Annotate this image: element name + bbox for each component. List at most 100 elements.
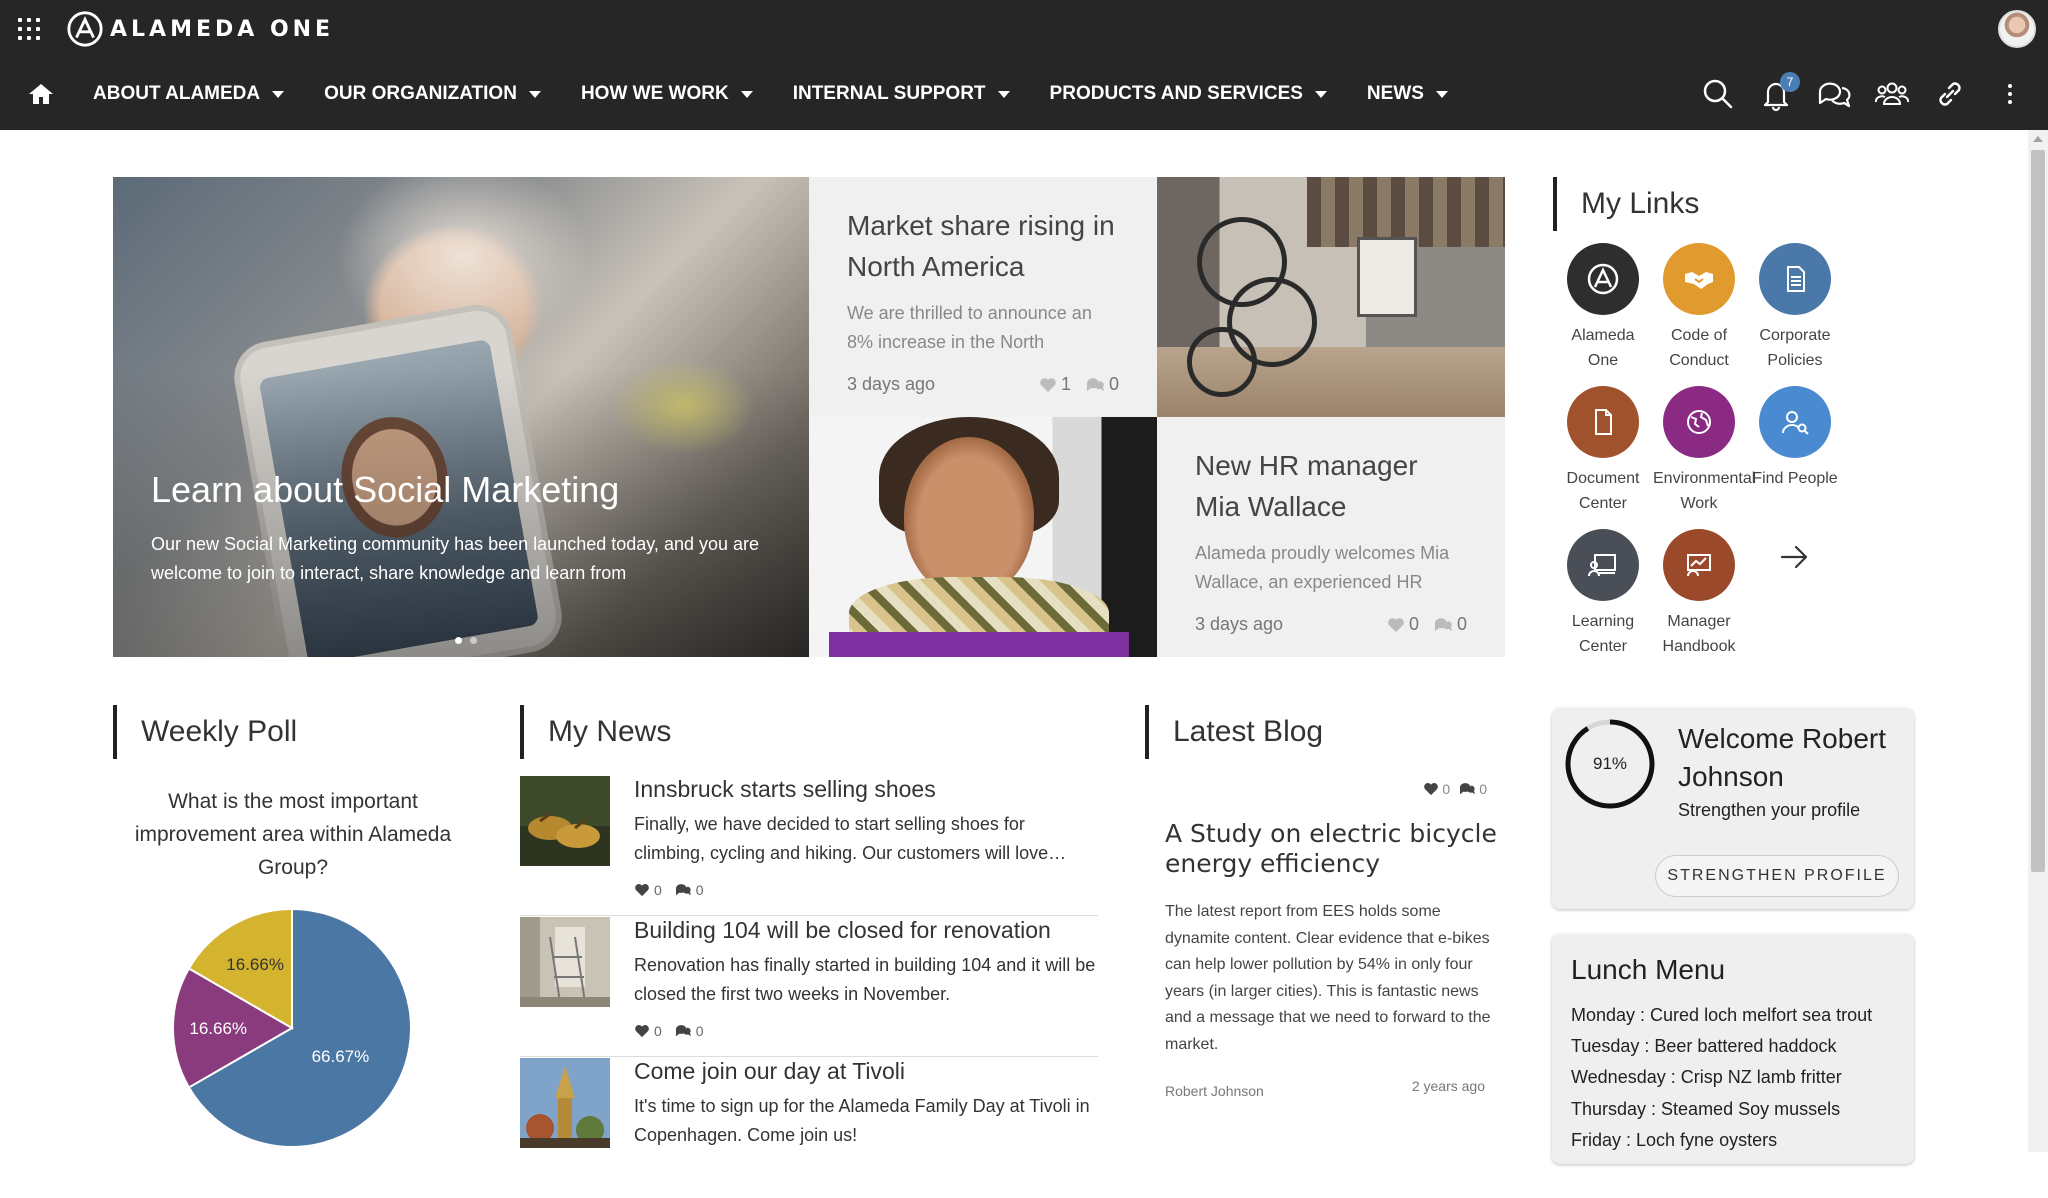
comment-count: 0 (1456, 614, 1467, 634)
news-title[interactable]: Come join our day at Tivoli (634, 1058, 905, 1085)
my-news-section: My News Innsbruck starts selling shoes F… (520, 705, 1100, 1148)
news-text: It's time to sign up for the Alameda Fam… (634, 1096, 1090, 1145)
home-icon[interactable] (28, 82, 54, 106)
link-document-center[interactable]: Document Center (1557, 386, 1649, 516)
link-manager-handbook[interactable]: Manager Handbook (1653, 529, 1745, 659)
link-environmental-work[interactable]: Environmental Work (1653, 386, 1755, 516)
chat-icon[interactable] (1816, 76, 1852, 112)
heart-icon[interactable] (634, 1024, 650, 1038)
comment-count: 0 (1479, 781, 1487, 797)
nav-products-and-services[interactable]: PRODUCTS AND SERVICES (1050, 83, 1327, 105)
link-alameda-one[interactable]: Alameda One (1557, 243, 1649, 373)
nav-news[interactable]: NEWS (1367, 83, 1448, 105)
link-find-people[interactable]: Find People (1749, 386, 1841, 491)
nav-internal-support[interactable]: INTERNAL SUPPORT (793, 83, 1010, 105)
news-title[interactable]: Innsbruck starts selling shoes (634, 776, 936, 803)
main-navigation: ABOUT ALAMEDA OUR ORGANIZATION HOW WE WO… (0, 58, 2048, 130)
people-icon[interactable] (1874, 76, 1910, 112)
hero-news-grid: Learn about Social Marketing Our new Soc… (113, 177, 1505, 657)
link-learning-center[interactable]: Learning Center (1557, 529, 1649, 659)
nav-our-organization[interactable]: OUR ORGANIZATION (324, 83, 541, 105)
link-label: Alameda One (1571, 327, 1635, 369)
hero-tile-new-hr-manager[interactable]: New HR manager Mia Wallace Alameda proud… (1157, 417, 1505, 657)
link-label: Manager Handbook (1662, 613, 1736, 655)
comment-icon[interactable] (674, 1024, 692, 1038)
lunch-item: Friday : Loch fyne oysters (1571, 1129, 1778, 1150)
news-text: Finally, we have decided to start sellin… (634, 814, 1067, 863)
comment-icon[interactable] (1433, 617, 1453, 633)
comment-icon[interactable] (1458, 782, 1476, 796)
link-corporate-policies[interactable]: Corporate Policies (1749, 243, 1841, 373)
carousel-dot[interactable] (470, 637, 477, 644)
renovation-thumbnail[interactable] (520, 917, 610, 1007)
tivoli-thumbnail[interactable] (520, 1058, 610, 1148)
chevron-down-icon (272, 90, 285, 98)
tile-title[interactable]: New HR manager Mia Wallace (1195, 445, 1467, 527)
link-label: Document Center (1566, 470, 1640, 512)
hr-manager-photo[interactable] (809, 417, 1157, 657)
link-code-of-conduct[interactable]: Code of Conduct (1653, 243, 1745, 373)
chevron-down-icon (1435, 90, 1448, 98)
heart-icon[interactable] (1039, 377, 1057, 393)
nav-about-alameda[interactable]: ABOUT ALAMEDA (93, 83, 285, 105)
globe-icon (1687, 410, 1711, 434)
more-options-icon[interactable] (2000, 84, 2020, 104)
tile-text: We are thrilled to announce an 8% increa… (847, 303, 1092, 352)
shoes-thumbnail[interactable] (520, 776, 610, 866)
search-icon[interactable] (1700, 76, 1736, 112)
brand-logo[interactable]: ALAMEDA ONE (66, 9, 334, 49)
heart-icon[interactable] (634, 883, 650, 897)
scroll-thumb[interactable] (2031, 150, 2045, 872)
carousel-dot[interactable] (455, 637, 462, 644)
comment-icon[interactable] (1085, 377, 1105, 393)
chevron-down-icon (997, 90, 1010, 98)
welcome-subtitle: Strengthen your profile (1678, 800, 1861, 820)
brand-name: ALAMEDA ONE (110, 16, 335, 42)
like-count: 0 (654, 1023, 662, 1039)
arrow-right-icon[interactable] (1776, 539, 1812, 575)
file-icon (1595, 409, 1612, 435)
news-item[interactable]: Come join our day at Tivoli It's time to… (520, 1058, 1098, 1198)
link-icon[interactable] (1932, 76, 1968, 112)
lunch-menu-title: Lunch Menu (1571, 954, 1726, 985)
scroll-up-arrow-icon[interactable] (2033, 136, 2043, 142)
news-item[interactable]: Innsbruck starts selling shoes Finally, … (520, 776, 1098, 916)
news-item[interactable]: Building 104 will be closed for renovati… (520, 917, 1098, 1057)
hero-tile-market-share[interactable]: Market share rising in North America We … (809, 177, 1157, 417)
weekly-poll-title: Weekly Poll (113, 705, 473, 759)
link-label: Corporate Policies (1759, 327, 1831, 369)
notification-badge: 7 (1780, 72, 1800, 92)
heart-icon[interactable] (1387, 617, 1405, 633)
blog-post-title[interactable]: A Study on electric bicycle energy effic… (1165, 819, 1505, 879)
news-title[interactable]: Building 104 will be closed for renovati… (634, 917, 1051, 944)
hero-main-text: Our new Social Marketing community has b… (151, 534, 760, 583)
blog-post-text: The latest report from EES holds some dy… (1165, 903, 1491, 1053)
lunch-item: Monday : Cured loch melfort sea trout (1571, 1005, 1873, 1025)
app-launcher-icon[interactable] (18, 18, 40, 40)
like-count: 1 (1060, 374, 1071, 394)
top-bar: ALAMEDA ONE (0, 0, 2048, 58)
hero-main-title[interactable]: Learn about Social Marketing (151, 469, 619, 511)
carousel-dots[interactable] (455, 637, 477, 644)
comment-icon[interactable] (674, 883, 692, 897)
latest-blog-section: Latest Blog 0 0 A Study on electric bicy… (1145, 705, 1505, 1099)
user-avatar[interactable] (1998, 10, 2036, 48)
poll-pie-chart[interactable]: 66.67% 16.66% 16.66% (171, 907, 413, 1149)
tile-title[interactable]: Market share rising in North America (847, 205, 1119, 287)
profile-progress-label: 91% (1592, 754, 1628, 773)
bell-icon[interactable]: 7 (1758, 72, 1800, 112)
heart-icon[interactable] (1423, 782, 1439, 796)
nav-how-we-work[interactable]: HOW WE WORK (581, 83, 753, 105)
poll-question: What is the most important improvement a… (134, 790, 452, 879)
blog-author[interactable]: Robert Johnson (1165, 1083, 1264, 1099)
alameda-logo-icon (1587, 263, 1619, 295)
comment-count: 0 (695, 1023, 704, 1039)
comment-count: 0 (695, 882, 704, 898)
link-label: Learning Center (1571, 613, 1635, 655)
pie-slice-label: 16.66% (189, 1019, 247, 1038)
page-scrollbar[interactable] (2028, 130, 2048, 1152)
hero-main-tile[interactable]: Learn about Social Marketing Our new Soc… (113, 177, 809, 657)
bikes-office-photo[interactable] (1157, 177, 1505, 417)
lunch-menu-card: Lunch Menu Monday : Cured loch melfort s… (1552, 934, 1914, 1164)
strengthen-profile-button[interactable]: STRENGTHEN PROFILE (1655, 855, 1899, 897)
